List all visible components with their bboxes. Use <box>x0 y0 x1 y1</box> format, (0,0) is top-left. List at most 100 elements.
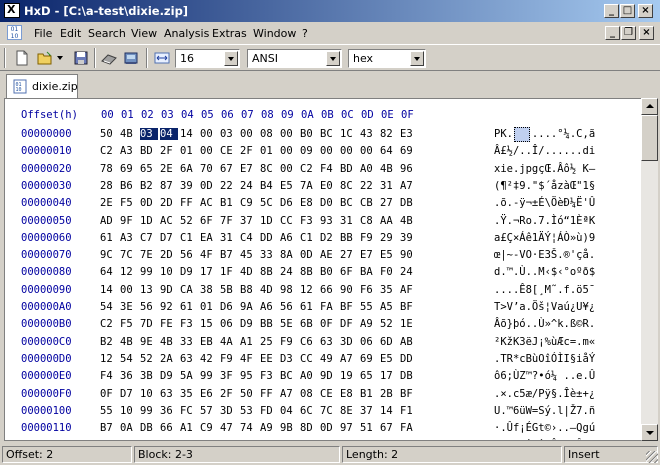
hex-byte[interactable]: 93 <box>320 215 338 227</box>
hex-byte[interactable]: D7 <box>160 232 178 244</box>
hex-byte[interactable]: 55 <box>360 301 378 313</box>
hex-byte[interactable]: 24 <box>280 266 298 278</box>
hex-byte[interactable]: BC <box>320 128 338 140</box>
hex-byte[interactable]: 4D <box>240 266 258 278</box>
hex-byte[interactable]: C6 <box>300 336 318 348</box>
hex-byte[interactable]: 31 <box>340 215 358 227</box>
hex-byte[interactable]: 69 <box>120 163 138 175</box>
menu-help[interactable]: ? <box>302 27 308 40</box>
hex-byte[interactable]: 01 <box>180 145 198 157</box>
hex-byte[interactable]: CE <box>280 439 298 440</box>
hex-byte[interactable]: 31 <box>380 180 398 192</box>
hex-byte[interactable]: 96 <box>400 163 418 175</box>
hex-byte[interactable]: 3B <box>140 370 158 382</box>
hex-byte[interactable]: 90 <box>400 249 418 261</box>
text-column[interactable]: PK.. ....°¼.C‚ã <box>494 128 595 140</box>
hex-byte[interactable]: 9A <box>240 301 258 313</box>
hex-byte[interactable]: 43 <box>360 128 378 140</box>
hex-byte[interactable]: 36 <box>120 370 138 382</box>
hex-byte[interactable]: 15 <box>200 318 218 330</box>
hex-byte[interactable]: BB <box>340 232 358 244</box>
hex-byte[interactable]: 35 <box>180 388 198 400</box>
hex-byte[interactable]: E0 <box>320 180 338 192</box>
hex-byte[interactable]: 4F <box>240 353 258 365</box>
save-icon[interactable] <box>73 50 89 66</box>
hex-byte[interactable]: 0F <box>320 318 338 330</box>
hex-byte[interactable]: E7 <box>360 249 378 261</box>
hex-byte[interactable]: 7C <box>320 405 338 417</box>
hex-byte[interactable]: 49 <box>320 353 338 365</box>
hex-byte[interactable]: F9 <box>220 353 238 365</box>
text-column[interactable]: ²KžK3ëJ¡%ùÆc=.m« <box>494 336 595 348</box>
hex-byte[interactable]: BB <box>260 318 278 330</box>
hex-byte[interactable]: 28 <box>100 180 118 192</box>
vertical-scrollbar[interactable] <box>641 98 658 441</box>
hex-byte[interactable]: 53 <box>240 405 258 417</box>
hex-byte[interactable]: 1D <box>140 215 158 227</box>
hex-byte[interactable]: 66 <box>160 422 178 434</box>
hex-byte[interactable]: 1D <box>260 215 278 227</box>
hex-byte[interactable]: 52 <box>380 318 398 330</box>
hex-byte[interactable]: 8B <box>260 266 278 278</box>
hex-byte[interactable]: D6 <box>280 197 298 209</box>
minimize-button[interactable]: _ <box>604 4 619 18</box>
hex-byte[interactable]: 67 <box>380 422 398 434</box>
hex-byte[interactable]: E8 <box>300 197 318 209</box>
hex-byte[interactable]: A0 <box>300 370 318 382</box>
hex-byte[interactable]: F0 <box>380 266 398 278</box>
text-column[interactable]: d.™.Ù..M‹$‹°oºð$ <box>494 266 595 278</box>
hex-byte[interactable]: D2 <box>320 232 338 244</box>
hex-byte[interactable]: 2F <box>160 145 178 157</box>
open-disk-icon[interactable] <box>101 50 117 66</box>
hex-byte[interactable]: D9 <box>240 318 258 330</box>
text-column[interactable]: Âõ}þó..Ù»^k.ß©R. <box>494 318 595 330</box>
hex-byte[interactable]: 00 <box>120 284 138 296</box>
text-column[interactable]: ·.Ûf¡ÉGt©›..—Qgú <box>494 422 595 434</box>
hex-byte[interactable]: 38 <box>200 284 218 296</box>
hex-byte[interactable]: AD <box>100 215 118 227</box>
hex-byte[interactable]: D3 <box>280 353 298 365</box>
hex-byte[interactable]: 0D <box>320 422 338 434</box>
hex-byte[interactable]: 14 <box>100 284 118 296</box>
hex-byte[interactable]: 7D <box>140 318 158 330</box>
tab-dixie-zip[interactable]: 01 10 dixie.zip <box>6 74 78 98</box>
hex-byte[interactable]: 8B <box>300 266 318 278</box>
hex-byte[interactable]: 47 <box>220 422 238 434</box>
hex-byte[interactable]: E5 <box>380 249 398 261</box>
hex-byte[interactable]: 51 <box>360 422 378 434</box>
hex-byte[interactable]: 00 <box>240 128 258 140</box>
hex-byte[interactable]: 4A <box>220 336 238 348</box>
open-ram-icon[interactable] <box>123 50 139 66</box>
hex-byte[interactable]: 03 <box>220 128 238 140</box>
hex-byte[interactable]: 06 <box>220 318 238 330</box>
hex-byte[interactable]: 1E <box>400 318 418 330</box>
hex-byte[interactable]: A3 <box>120 232 138 244</box>
text-column[interactable]: ô6;ÙZ™?•ó¼ ..e.Û <box>494 370 595 382</box>
hex-byte[interactable]: 00 <box>360 145 378 157</box>
text-column[interactable]: Â£½/..Î/......di <box>494 145 595 157</box>
hex-byte[interactable]: 5E <box>280 318 298 330</box>
hex-byte[interactable]: 0A <box>120 422 138 434</box>
hex-byte[interactable]: 17 <box>380 370 398 382</box>
hex-byte[interactable]: 92 <box>160 301 178 313</box>
hex-byte[interactable]: 00 <box>320 145 338 157</box>
hex-byte[interactable]: E5 <box>380 353 398 365</box>
hex-byte[interactable]: B6 <box>120 180 138 192</box>
hex-byte[interactable]: 12 <box>100 353 118 365</box>
hex-byte[interactable]: AC <box>200 197 218 209</box>
hex-byte[interactable]: F4 <box>100 370 118 382</box>
hex-byte[interactable]: B2 <box>100 336 118 348</box>
hex-byte[interactable]: 12 <box>300 284 318 296</box>
hex-byte[interactable]: 2E <box>160 163 178 175</box>
hex-byte[interactable]: 65 <box>360 370 378 382</box>
hex-byte[interactable]: FD <box>260 405 278 417</box>
hex-byte[interactable]: BA <box>360 266 378 278</box>
hex-byte[interactable]: 33 <box>180 336 198 348</box>
hex-byte[interactable]: 50 <box>100 128 118 140</box>
hex-byte[interactable]: A1 <box>180 422 198 434</box>
document-icon[interactable]: 01 10 <box>7 25 22 40</box>
hex-byte[interactable]: 01 <box>200 301 218 313</box>
hex-byte[interactable]: 9E <box>140 336 158 348</box>
hex-byte[interactable]: CC <box>280 215 298 227</box>
hex-byte[interactable]: 52 <box>180 215 198 227</box>
